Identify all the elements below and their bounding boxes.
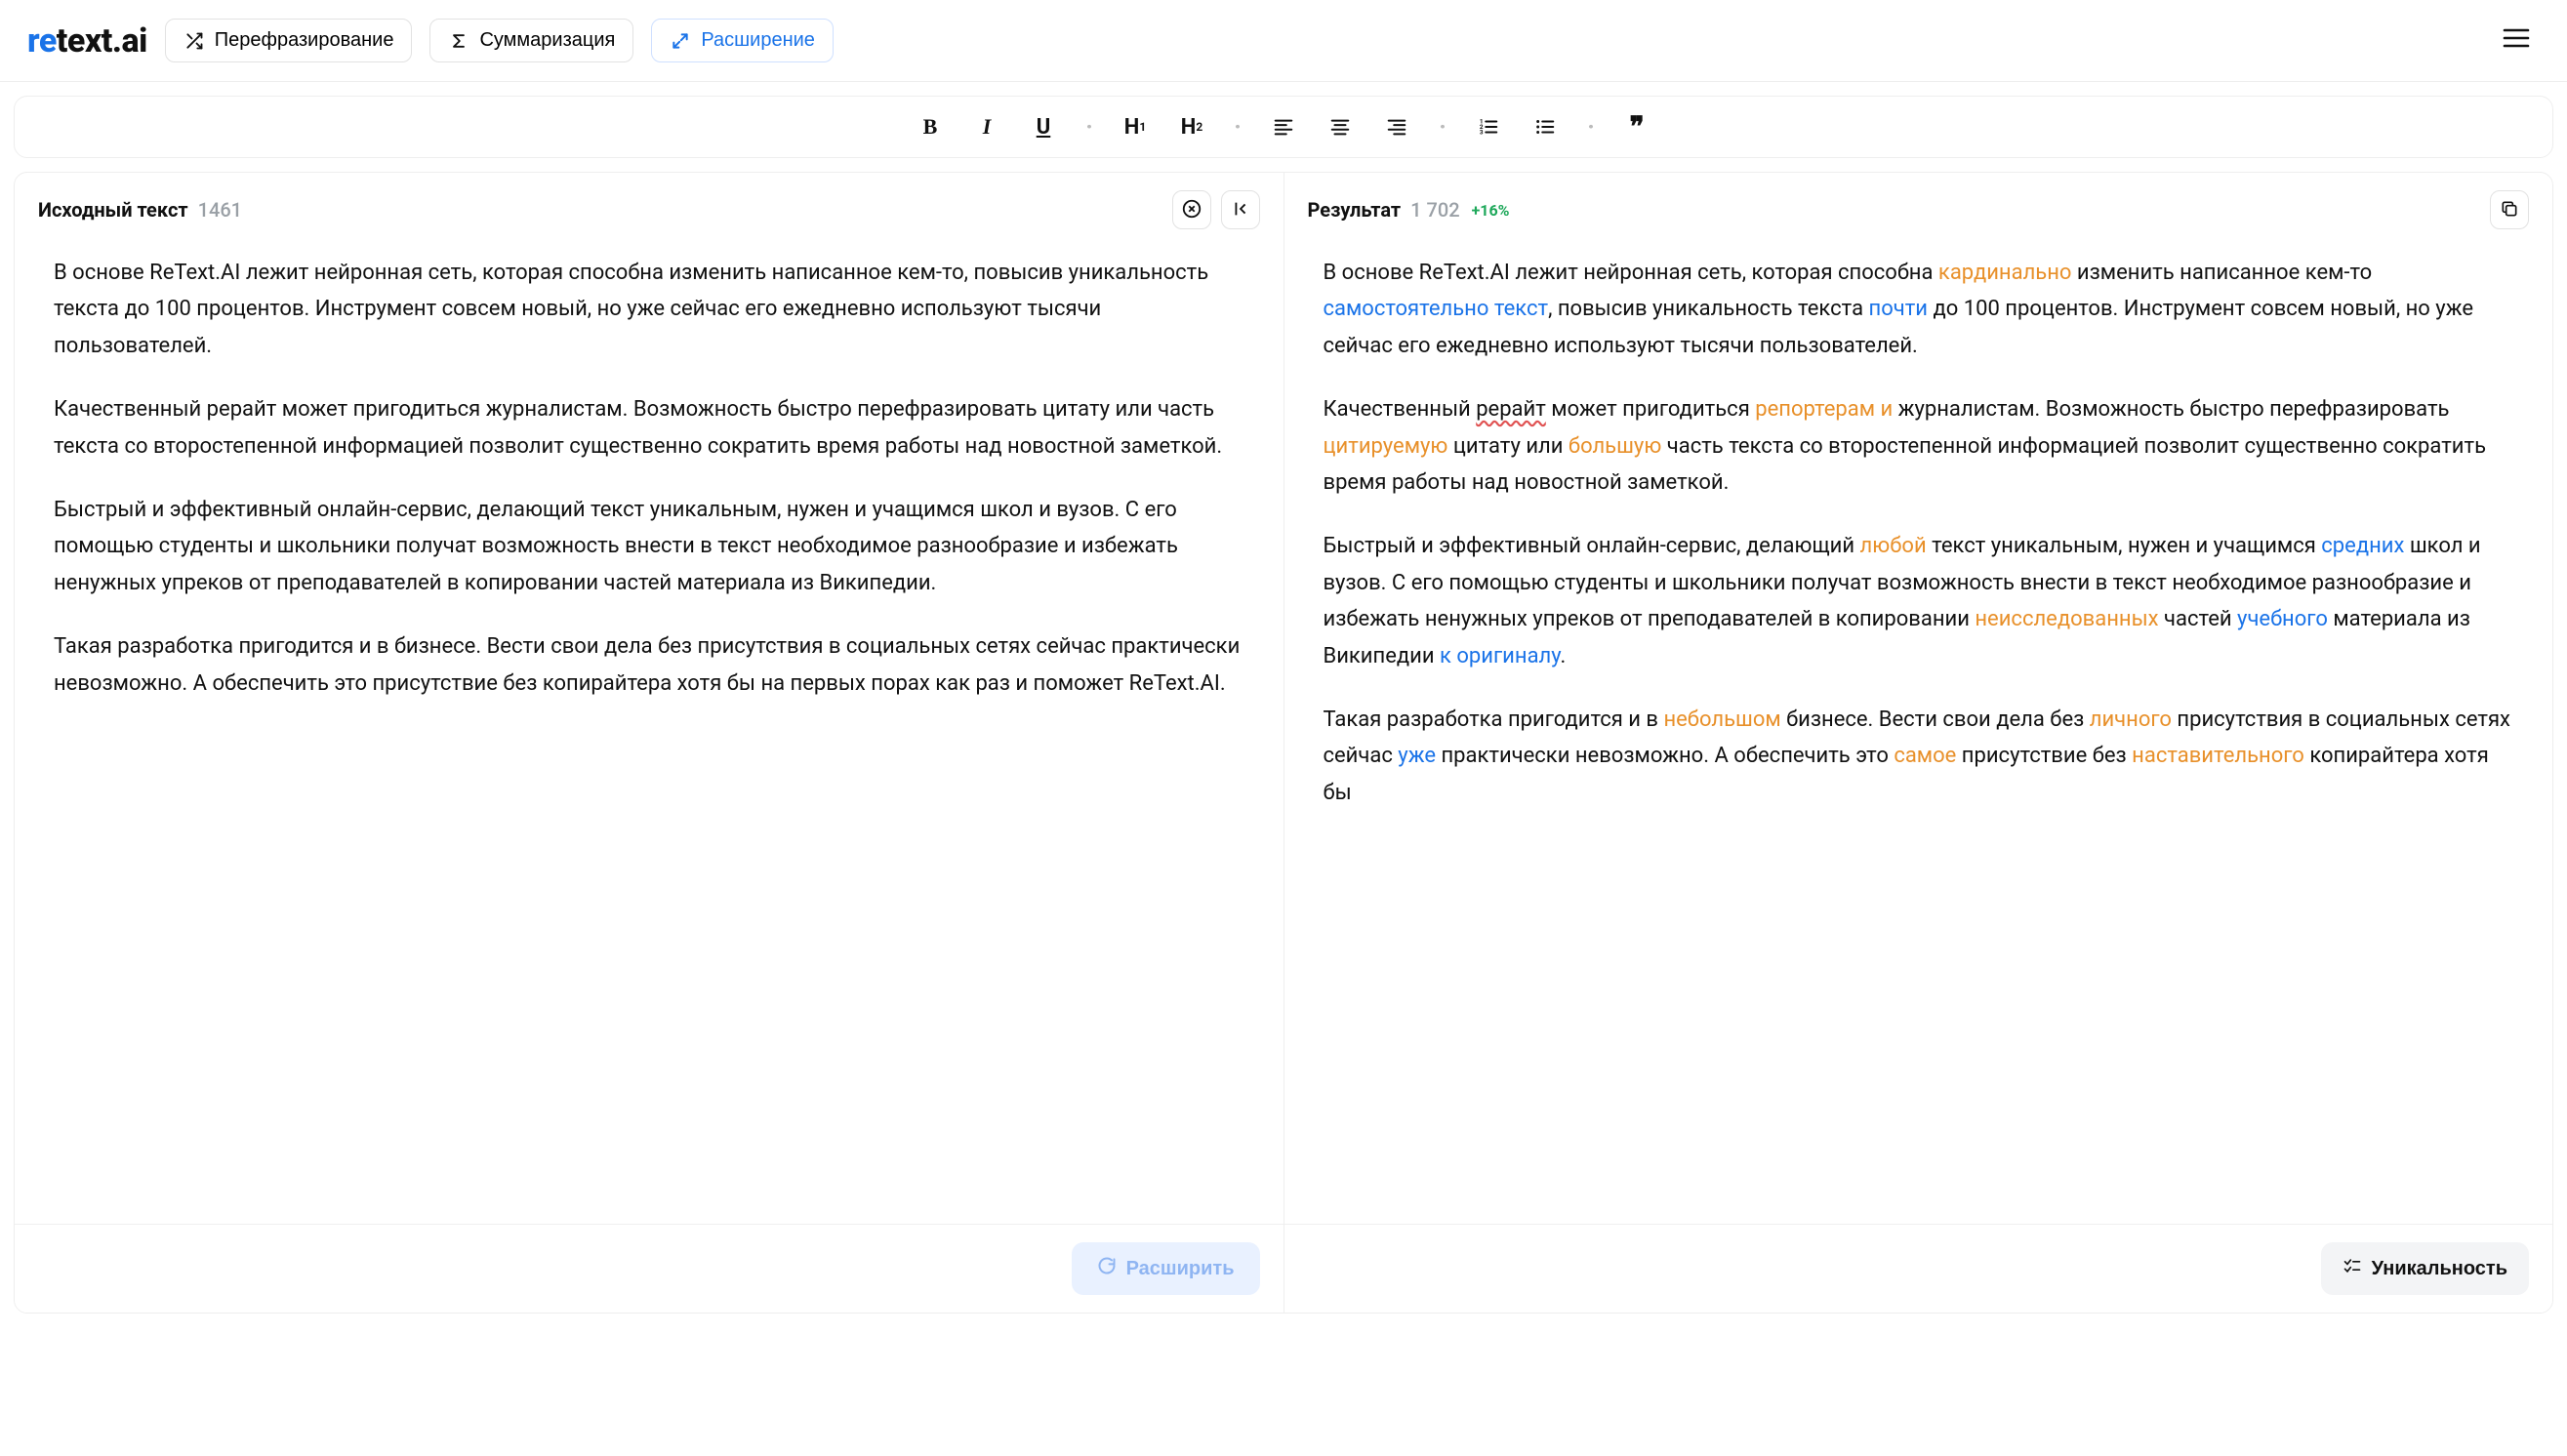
source-text-area[interactable]: В основе ReText.AI лежит нейронная сеть,… [15,247,1284,1224]
underline-button[interactable]: U [1029,112,1058,142]
text-run: цитату или [1447,434,1569,459]
result-paragraph: В основе ReText.AI лежит нейронная сеть,… [1324,255,2514,364]
result-delta: +16% [1472,201,1510,220]
collapse-button[interactable] [1221,190,1260,229]
logo-prefix: re [27,21,57,61]
logo-suffix: text.ai [57,21,147,61]
separator-icon: · [1234,112,1242,142]
inserted-word[interactable]: любой [1860,534,1927,558]
shuffle-icon [183,30,205,52]
text-run: частей [2159,607,2237,631]
refresh-icon [1097,1256,1117,1281]
topbar: retext.ai Перефразирование Суммаризация … [0,0,2567,82]
align-right-button[interactable] [1382,112,1411,142]
inserted-word[interactable]: репортерам и [1755,397,1893,422]
text-run: практически невозможно. А обеспечить это [1436,744,1894,768]
mode-summarize-label: Суммаризация [479,29,615,52]
bullet-list-button[interactable] [1530,112,1560,142]
source-pane: Исходный текст 1461 В основе ReText.AI л… [15,173,1284,1313]
inserted-word[interactable]: почти [1869,297,1929,321]
result-paragraph: Быстрый и эффективный онлайн-сервис, дел… [1324,528,2514,674]
mode-summarize-button[interactable]: Суммаризация [429,19,633,62]
mode-paraphrase-button[interactable]: Перефразирование [165,19,413,62]
spellcheck-word[interactable]: рерайт [1476,397,1546,422]
expand-icon [670,30,691,52]
copy-button[interactable] [2490,190,2529,229]
source-paragraph: В основе ReText.AI лежит нейронная сеть,… [54,255,1244,364]
quote-button[interactable]: ❞ [1622,112,1651,142]
clear-button[interactable] [1172,190,1211,229]
inserted-word[interactable]: средних [2321,534,2404,558]
text-run: текст уникальным, нужен и учащимся [1927,534,2322,558]
uniqueness-button[interactable]: Уникальность [2321,1242,2529,1295]
result-header: Результат 1 702 +16% [1284,173,2553,247]
text-run: журналистам. Возможность быстро перефраз… [1893,397,2449,422]
formatting-toolbar: B I U · H1 H2 · · 123 · ❞ [14,96,2553,158]
text-run: Быстрый и эффективный онлайн-сервис, дел… [1324,534,1860,558]
result-pane: Результат 1 702 +16% В основе ReText.AI … [1284,173,2553,1313]
inserted-word[interactable]: самое [1894,744,1956,768]
align-center-button[interactable] [1325,112,1355,142]
text-run: может пригодиться [1546,397,1755,422]
inserted-word[interactable]: наставительного [2132,744,2304,768]
source-header: Исходный текст 1461 [15,173,1284,247]
source-paragraph: Такая разработка пригодится и в бизнесе.… [54,628,1244,702]
inserted-word[interactable]: личного [2090,708,2172,732]
align-left-button[interactable] [1269,112,1298,142]
copy-icon [2500,199,2519,222]
heading2-button[interactable]: H2 [1177,112,1206,142]
result-title: Результат [1308,198,1402,222]
text-run: присутствие без [1956,744,2132,768]
inserted-word[interactable]: цитируемую [1324,434,1448,459]
separator-icon: · [1439,112,1446,142]
text-run: изменить написанное кем-то [2071,261,2372,285]
collapse-left-icon [1230,198,1251,222]
uniqueness-label: Уникальность [2372,1258,2507,1280]
separator-icon: · [1085,112,1093,142]
text-run: Такая разработка пригодится и в [1324,708,1664,732]
source-title: Исходный текст [38,198,188,222]
ordered-list-button[interactable]: 123 [1474,112,1503,142]
inserted-word[interactable]: кардинально [1938,261,2072,285]
expand-action-button[interactable]: Расширить [1072,1242,1260,1295]
svg-text:3: 3 [1480,128,1484,136]
source-paragraph: Качественный рерайт может пригодиться жу… [54,391,1244,465]
logo[interactable]: retext.ai [27,21,147,61]
expand-action-label: Расширить [1126,1258,1235,1280]
result-paragraph: Качественный рерайт может пригодиться ре… [1324,391,2514,501]
text-run: . [1561,644,1567,668]
source-char-count: 1461 [198,198,242,222]
result-paragraph: Такая разработка пригодится и в небольшо… [1324,702,2514,811]
text-run: бизнесе. Вести свои дела без [1781,708,2090,732]
inserted-word[interactable]: неисследованных [1975,607,2158,631]
bold-button[interactable]: B [916,112,945,142]
inserted-word[interactable]: самостоятельно текст [1324,297,1549,321]
mode-expand-button[interactable]: Расширение [651,19,834,62]
text-run: Качественный [1324,397,1477,422]
sigma-icon [448,30,469,52]
heading1-button[interactable]: H1 [1121,112,1150,142]
separator-icon: · [1587,112,1595,142]
source-paragraph: Быстрый и эффективный онлайн-сервис, дел… [54,492,1244,601]
italic-button[interactable]: I [972,112,1001,142]
text-run: В основе ReText.AI лежит нейронная сеть,… [1324,261,1938,285]
inserted-word[interactable]: учебного [2237,607,2328,631]
close-circle-icon [1181,198,1202,222]
result-footer: Уникальность [1284,1224,2553,1313]
source-footer: Расширить [15,1224,1284,1313]
menu-button[interactable] [2493,18,2540,63]
result-char-count: 1 702 [1410,198,1459,222]
mode-expand-label: Расширение [701,29,815,52]
inserted-word[interactable]: уже [1398,744,1436,768]
mode-paraphrase-label: Перефразирование [215,29,394,52]
result-text-area[interactable]: В основе ReText.AI лежит нейронная сеть,… [1284,247,2553,1224]
inserted-word[interactable]: большую [1569,434,1661,459]
workspace: Исходный текст 1461 В основе ReText.AI л… [14,172,2553,1314]
checklist-icon [2343,1256,2362,1281]
text-run: , повысив уникальность текста [1548,297,1868,321]
inserted-word[interactable]: к оригиналу [1440,644,1561,668]
inserted-word[interactable]: небольшом [1663,708,1780,732]
